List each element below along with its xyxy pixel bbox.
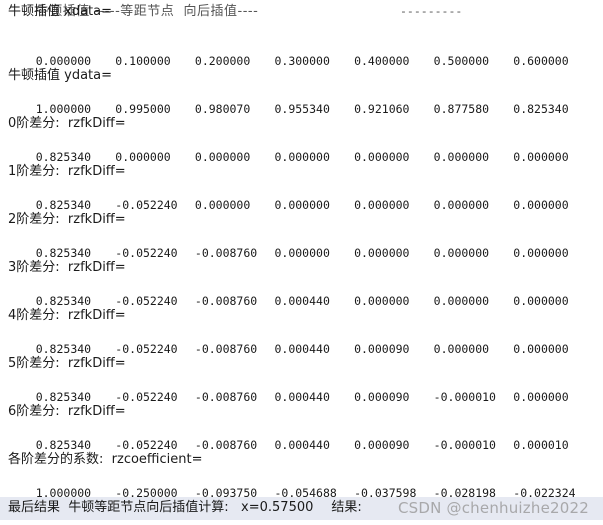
diff-value: 0.000000 — [433, 150, 490, 164]
xdata-value: 0.500000 — [433, 54, 490, 68]
diff-6-row: 0.825340 -0.052240 -0.008760 0.000440 0.0000… — [8, 421, 593, 452]
cut-off-header-right: --------- — [400, 4, 463, 18]
diff-value: 0.000000 — [513, 150, 569, 164]
ydata-title: 牛顿插值 ydata= — [8, 68, 113, 83]
xdata-value: 0.600000 — [513, 54, 569, 68]
ydata-value: 0.980070 — [194, 102, 251, 116]
diff-value: 0.000000 — [354, 246, 410, 260]
diff-value: 0.000000 — [433, 198, 490, 212]
diff-value: 0.000000 — [354, 198, 410, 212]
diff-value: 0.000010 — [513, 438, 569, 452]
final-result-line: 最后结果 牛顿等距节点向后插值计算: x=0.57500 结果: — [8, 500, 362, 516]
xdata-row: 0.000000 0.100000 0.200000 0.300000 0.400000… — [8, 37, 593, 68]
diff-value: 0.000440 — [274, 342, 330, 356]
diff-4-row: 0.825340 -0.052240 -0.008760 0.000440 0.0000… — [8, 325, 593, 356]
diff-value: -0.052240 — [115, 438, 178, 452]
final-result-label: 最后结果 牛顿等距节点向后插值计算: x=0.57500 — [8, 500, 314, 515]
diff-value: 0.825340 — [35, 246, 92, 260]
diff-value: 0.000000 — [115, 150, 171, 164]
diff-value: 0.825340 — [35, 294, 92, 308]
ydata-row: 1.000000 0.995000 0.980070 0.955340 0.921060… — [8, 85, 593, 116]
diff-4-title: 4阶差分: rzfkDiff= — [8, 308, 126, 323]
diff-value: 0.825340 — [35, 150, 92, 164]
ydata-value: 1.000000 — [35, 102, 92, 116]
diff-value: 0.000000 — [513, 294, 569, 308]
diff-value: 0.825340 — [35, 342, 92, 356]
coefficient-title: 各阶差分的系数: rzcoefficient= — [8, 452, 203, 467]
diff-1-row: 0.825340 -0.052240 0.000000 0.000000 0.00000… — [8, 181, 593, 212]
diff-value: 0.000000 — [274, 198, 330, 212]
diff-5-title: 5阶差分: rzfkDiff= — [8, 356, 126, 371]
diff-value: 0.000000 — [354, 150, 410, 164]
xdata-title: 牛顿插值 xdata= — [8, 4, 113, 19]
diff-value: 0.000090 — [354, 342, 410, 356]
xdata-value: 0.100000 — [115, 54, 171, 68]
diff-value: -0.052240 — [115, 294, 178, 308]
diff-value: -0.008760 — [194, 294, 258, 308]
diff-1-title: 1阶差分: rzfkDiff= — [8, 164, 126, 179]
diff-value: -0.052240 — [115, 390, 178, 404]
diff-value: -0.008760 — [194, 438, 258, 452]
diff-value: -0.052240 — [115, 198, 178, 212]
diff-value: 0.000000 — [354, 294, 410, 308]
diff-value: -0.000010 — [433, 438, 496, 452]
diff-value: 0.825340 — [35, 198, 92, 212]
diff-value: 0.000000 — [433, 246, 490, 260]
diff-value: 0.000000 — [433, 342, 490, 356]
diff-value: 0.000000 — [513, 198, 569, 212]
csdn-watermark: CSDN @chenhuizhe2022 — [398, 499, 589, 517]
diff-5-row: 0.825340 -0.052240 -0.008760 0.000440 0.0000… — [8, 373, 593, 404]
diff-6-title: 6阶差分: rzfkDiff= — [8, 404, 126, 419]
diff-0-row: 0.825340 0.000000 0.000000 0.000000 0.000000… — [8, 133, 593, 164]
diff-value: 0.000000 — [274, 150, 330, 164]
diff-value: 0.000000 — [513, 246, 569, 260]
diff-value: 0.000000 — [194, 198, 251, 212]
diff-value: 0.000090 — [354, 438, 410, 452]
diff-value: 0.000440 — [274, 294, 330, 308]
diff-value: 0.000440 — [274, 390, 330, 404]
ydata-value: 0.877580 — [433, 102, 490, 116]
diff-0-title: 0阶差分: rzfkDiff= — [8, 116, 126, 131]
diff-value: 0.000000 — [433, 294, 490, 308]
diff-value: 0.000000 — [513, 342, 569, 356]
diff-value: -0.052240 — [115, 342, 178, 356]
diff-value: 0.825340 — [35, 438, 92, 452]
diff-value: -0.052240 — [115, 246, 178, 260]
final-result-prefix: 结果: — [331, 500, 362, 515]
xdata-value: 0.000000 — [35, 54, 92, 68]
console-output: 牛顿插值 -----等距节点 向后插值---- --------- 牛顿插值 xd… — [0, 0, 603, 525]
diff-3-row: 0.825340 -0.052240 -0.008760 0.000440 0.0000… — [8, 277, 593, 308]
coefficient-row: 1.000000 -0.250000 -0.093750 -0.054688 -0.03… — [8, 469, 593, 500]
xdata-value: 0.300000 — [274, 54, 330, 68]
ydata-value: 0.955340 — [274, 102, 330, 116]
xdata-value: 0.200000 — [194, 54, 251, 68]
diff-value: 0.000000 — [274, 246, 330, 260]
xdata-value: 0.400000 — [354, 54, 410, 68]
ydata-value: 0.995000 — [115, 102, 171, 116]
diff-value: -0.008760 — [194, 390, 258, 404]
diff-value: 0.000090 — [354, 390, 410, 404]
diff-value: 0.000440 — [274, 438, 330, 452]
diff-value: -0.000010 — [433, 390, 496, 404]
ydata-value: 0.825340 — [513, 102, 569, 116]
diff-2-row: 0.825340 -0.052240 -0.008760 0.000000 0.0000… — [8, 229, 593, 260]
diff-value: 0.000000 — [194, 150, 251, 164]
diff-value: 0.000000 — [513, 390, 569, 404]
diff-value: -0.008760 — [194, 342, 258, 356]
diff-value: -0.008760 — [194, 246, 258, 260]
ydata-value: 0.921060 — [354, 102, 410, 116]
diff-3-title: 3阶差分: rzfkDiff= — [8, 260, 126, 275]
diff-value: 0.825340 — [35, 390, 92, 404]
diff-2-title: 2阶差分: rzfkDiff= — [8, 212, 126, 227]
